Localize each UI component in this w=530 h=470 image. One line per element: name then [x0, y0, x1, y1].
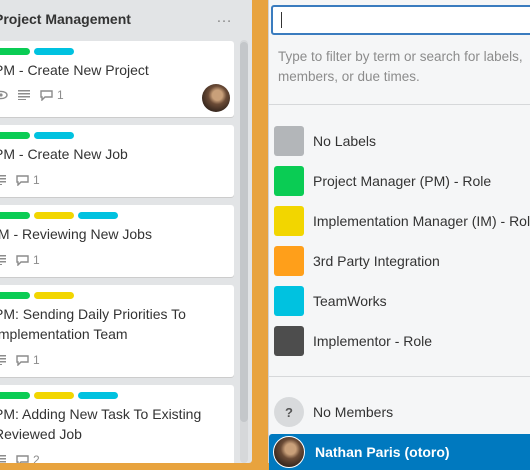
card-badges: 1: [0, 253, 50, 267]
comment-badge: 2: [16, 453, 40, 463]
divider: [269, 376, 530, 377]
list-column: Project Management … PM - Create New Pro…: [0, 0, 252, 463]
label-teal: [78, 212, 118, 219]
list-scrollbar[interactable]: [240, 40, 248, 463]
label-teal: [78, 392, 118, 399]
description-icon: [0, 175, 6, 185]
card-title-line-2: Implementation Team: [0, 326, 128, 342]
comment-icon: [16, 354, 29, 366]
card[interactable]: PM: Sending Daily Priorities To Implemen…: [0, 285, 234, 377]
no-members-label: No Members: [313, 404, 394, 420]
comment-icon: [16, 254, 29, 266]
label-name: Implementor - Role: [313, 333, 433, 349]
comment-icon: [16, 454, 29, 463]
comment-badge: 1: [16, 353, 40, 367]
description-icon: [0, 355, 6, 365]
card[interactable]: PM - Create New Project 1: [0, 41, 234, 117]
card-badges: 1: [0, 353, 50, 367]
card[interactable]: IM - Reviewing New Jobs 1: [0, 205, 234, 277]
label-green: [0, 392, 30, 399]
label-teal: [34, 48, 74, 55]
filter-label-implementor[interactable]: Implementor - Role: [274, 326, 432, 356]
card-title-line-2: Reviewed Job: [0, 426, 82, 442]
label-yellow: [34, 392, 74, 399]
label-green: [0, 48, 30, 55]
filter-label-teamworks[interactable]: TeamWorks: [274, 286, 387, 316]
comment-badge: 1: [40, 88, 64, 102]
card-badges: 2: [0, 453, 50, 463]
comment-icon: [16, 174, 29, 186]
comment-icon: [40, 89, 53, 101]
filter-search-input[interactable]: [271, 5, 530, 35]
card-title-line-1: PM: Sending Daily Priorities To: [0, 306, 186, 322]
card[interactable]: PM - Create New Job 1: [0, 125, 234, 197]
label-name: No Labels: [313, 133, 377, 149]
card-title: PM - Create New Project: [0, 62, 149, 78]
filter-popover: Type to filter by term or search for lab…: [268, 0, 530, 470]
label-green: [0, 292, 30, 299]
label-swatch-gray: [274, 126, 304, 156]
label-name: Implementation Manager (IM) - Role: [313, 213, 530, 229]
comment-badge: 1: [16, 253, 40, 267]
filter-member-selected[interactable]: Nathan Paris (otoro): [269, 434, 530, 470]
label-teal: [34, 132, 74, 139]
label-swatch-yellow: [274, 206, 304, 236]
card[interactable]: PM: Adding New Task To Existing Reviewed…: [0, 385, 234, 463]
question-icon: ?: [274, 397, 304, 427]
comment-count: 1: [57, 88, 64, 102]
filter-label-3rd-party[interactable]: 3rd Party Integration: [274, 246, 440, 276]
filter-label-pm[interactable]: Project Manager (PM) - Role: [274, 166, 491, 196]
label-name: 3rd Party Integration: [313, 253, 440, 269]
card-title-line-1: PM: Adding New Task To Existing: [0, 406, 202, 422]
list-scrollbar-thumb[interactable]: [240, 42, 248, 422]
card-title: PM - Create New Job: [0, 146, 128, 162]
label-name: Project Manager (PM) - Role: [313, 173, 492, 189]
comment-count: 1: [33, 253, 40, 267]
board-background: [252, 0, 268, 463]
divider: [269, 104, 530, 105]
comment-badge: 1: [16, 173, 40, 187]
avatar: [273, 436, 305, 468]
comment-count: 2: [33, 453, 40, 463]
description-icon: [0, 455, 6, 463]
card-badges: 1: [0, 88, 74, 102]
filter-hint: Type to filter by term or search for lab…: [278, 49, 523, 84]
card-title: IM - Reviewing New Jobs: [0, 226, 152, 242]
label-green: [0, 132, 30, 139]
description-icon: [0, 255, 6, 265]
filter-no-members[interactable]: ? No Members: [274, 397, 393, 427]
label-swatch-orange: [274, 246, 304, 276]
label-swatch-dark: [274, 326, 304, 356]
filter-label-none[interactable]: No Labels: [274, 126, 376, 156]
card-badges: 1: [0, 173, 50, 187]
label-swatch-green: [274, 166, 304, 196]
label-name: TeamWorks: [313, 293, 387, 309]
label-swatch-teal: [274, 286, 304, 316]
description-icon: [18, 90, 30, 100]
list-title[interactable]: Project Management: [0, 11, 131, 27]
text-caret: [281, 12, 282, 28]
member-name: Nathan Paris (otoro): [315, 444, 450, 460]
list-menu-icon[interactable]: …: [216, 9, 233, 27]
label-green: [0, 212, 30, 219]
avatar[interactable]: [202, 84, 230, 112]
filter-label-im[interactable]: Implementation Manager (IM) - Role: [274, 206, 530, 236]
label-yellow: [34, 292, 74, 299]
watch-icon: [0, 90, 8, 100]
label-yellow: [34, 212, 74, 219]
comment-count: 1: [33, 353, 40, 367]
comment-count: 1: [33, 173, 40, 187]
